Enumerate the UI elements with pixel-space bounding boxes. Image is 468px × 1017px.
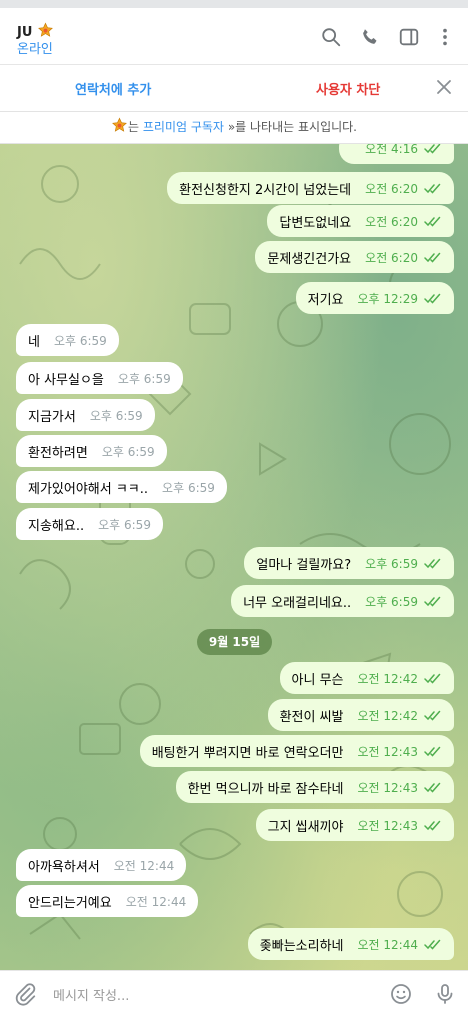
message-text: 한번 먹으니까 바로 잠수타네 (187, 781, 344, 797)
message-text: 저기요 (307, 292, 344, 308)
message-time: 오후 6:59 (117, 371, 171, 386)
incoming-message[interactable]: 환전하려면 오후 6:59 (16, 435, 167, 467)
double-check-icon (424, 252, 441, 263)
outgoing-message[interactable]: 환전이 씨발 오전 12:42 (267, 699, 454, 731)
message-time: 오후 6:59 (53, 333, 107, 348)
contact-action-bar: 연락처에 추가 사용자 차단 (0, 65, 468, 112)
message-time: 오전 12:44 (357, 937, 418, 952)
message-time: 오전 12:43 (357, 818, 418, 833)
incoming-message[interactable]: 아 사무실ㅇ을 오후 6:59 (16, 362, 183, 394)
double-check-icon (424, 293, 441, 304)
message-text: 지금가서 (28, 409, 76, 425)
outgoing-message[interactable]: 저기요 오후 12:29 (295, 282, 454, 314)
double-check-icon (424, 216, 441, 227)
incoming-message[interactable]: 아까욕하셔서 오전 12:44 (16, 849, 187, 881)
message-text: 아 사무실ㅇ을 (28, 372, 104, 388)
outgoing-message[interactable]: 환전신청한지 2시간이 넘었는데 오전 6:20 (167, 172, 454, 204)
premium-notice: 는 프리미엄 구독자 »를 나타내는 표시입니다. (0, 112, 468, 144)
star-icon (112, 117, 127, 132)
more-vertical-icon[interactable] (434, 26, 456, 48)
message-time: 오전 12:43 (357, 744, 418, 759)
message-text: 네 (28, 334, 40, 350)
incoming-message[interactable]: 제가있어야해서 ㅋㅋ.. 오후 6:59 (16, 471, 227, 503)
outgoing-message[interactable]: 얼마나 걸릴까요? 오후 6:59 (244, 547, 454, 579)
search-icon[interactable] (320, 26, 342, 48)
message-text: 그지 씹새끼야 (267, 819, 344, 835)
double-check-icon (424, 782, 441, 793)
double-check-icon (424, 939, 441, 950)
double-check-icon (424, 820, 441, 831)
double-check-icon (424, 183, 441, 194)
message-time: 오후 6:59 (365, 594, 418, 609)
message-text: 답변도없네요 (279, 215, 352, 231)
message-time: 오전 12:42 (357, 671, 418, 686)
outgoing-message[interactable]: 아니 무슨 오전 12:42 (279, 662, 454, 694)
message-text: 문제생긴건가요 (267, 251, 352, 267)
outgoing-message[interactable]: 오전 4:16 (339, 144, 454, 164)
close-icon[interactable] (436, 79, 452, 95)
attach-icon[interactable] (13, 982, 37, 1006)
outgoing-message[interactable]: 배팅한거 뿌려지면 바로 연락오더만 오전 12:43 (139, 735, 454, 767)
microphone-icon[interactable] (433, 982, 457, 1006)
outgoing-message[interactable]: 너무 오래걸리네요.. 오후 6:59 (231, 585, 454, 617)
double-check-icon (424, 144, 441, 154)
message-text: 좆빠는소리하네 (259, 938, 344, 954)
phone-icon[interactable] (359, 26, 381, 48)
message-time: 오전 12:44 (125, 894, 187, 909)
message-time: 오후 12:29 (357, 291, 418, 306)
message-text: 얼마나 걸릴까요? (256, 557, 352, 573)
message-time: 오후 6:59 (89, 408, 143, 423)
message-text: 아까욕하셔서 (28, 859, 100, 875)
incoming-message[interactable]: 지송해요.. 오후 6:59 (16, 508, 163, 540)
window-top-strip (0, 0, 468, 8)
message-text: 지송해요.. (28, 518, 85, 534)
double-check-icon (424, 746, 441, 757)
message-text: 환전이 씨발 (279, 709, 344, 725)
double-check-icon (424, 673, 441, 684)
premium-subscriber-link[interactable]: 프리미엄 구독자 (143, 120, 224, 134)
message-area[interactable]: 9월 15일 오전 4:16 환전신청한지 2시간이 넘었는데 오전 6:20 답변도… (0, 144, 468, 970)
outgoing-message[interactable]: 답변도없네요 오전 6:20 (267, 205, 454, 237)
message-time: 오후 6:59 (98, 517, 151, 532)
message-time: 오전 12:42 (357, 708, 418, 723)
star-icon (38, 22, 53, 37)
message-time: 오전 12:43 (357, 780, 418, 795)
incoming-message[interactable]: 네 오후 6:59 (16, 324, 119, 356)
outgoing-message[interactable]: 그지 씹새끼야 오전 12:43 (255, 809, 454, 841)
double-check-icon (424, 558, 441, 569)
emoji-icon[interactable] (389, 982, 413, 1006)
sidebar-toggle-icon[interactable] (398, 26, 420, 48)
incoming-message[interactable]: 지금가서 오후 6:59 (16, 399, 155, 431)
message-text: 환전하려면 (28, 445, 88, 461)
incoming-message[interactable]: 안드리는거예요 오전 12:44 (16, 885, 199, 917)
message-composer: 메시지 작성... (0, 970, 468, 1017)
chat-header: JU 온라인 (0, 8, 468, 65)
outgoing-message[interactable]: 좆빠는소리하네 오전 12:44 (247, 928, 454, 960)
message-input[interactable]: 메시지 작성... (53, 985, 129, 1004)
message-text: 환전신청한지 2시간이 넘었는데 (179, 182, 352, 198)
message-text: 너무 오래걸리네요.. (243, 595, 352, 611)
contact-status: 온라인 (17, 42, 53, 57)
add-contact-button[interactable]: 연락처에 추가 (75, 79, 151, 98)
double-check-icon (424, 596, 441, 607)
message-time: 오전 6:20 (365, 214, 418, 229)
message-time: 오후 6:59 (162, 480, 215, 495)
message-text: 안드리는거예요 (28, 895, 112, 911)
double-check-icon (424, 710, 441, 721)
message-time: 오후 6:59 (101, 444, 155, 459)
outgoing-message[interactable]: 한번 먹으니까 바로 잠수타네 오전 12:43 (175, 771, 454, 803)
message-text: 배팅한거 뿌려지면 바로 연락오더만 (151, 745, 344, 761)
outgoing-message[interactable]: 문제생긴건가요 오전 6:20 (255, 241, 454, 273)
message-text: 아니 무슨 (291, 672, 344, 688)
message-time: 오전 6:20 (365, 181, 418, 196)
message-text: 제가있어야해서 ㅋㅋ.. (28, 481, 149, 497)
message-time: 오전 6:20 (365, 250, 418, 265)
notice-text-1: 는 (128, 120, 140, 134)
block-user-button[interactable]: 사용자 차단 (316, 79, 380, 98)
date-separator: 9월 15일 (197, 629, 272, 655)
notice-text-2: »를 나타내는 표시입니다. (227, 120, 357, 134)
message-time: 오전 12:44 (113, 858, 175, 873)
message-time: 오전 4:16 (365, 144, 418, 156)
message-time: 오후 6:59 (365, 556, 418, 571)
